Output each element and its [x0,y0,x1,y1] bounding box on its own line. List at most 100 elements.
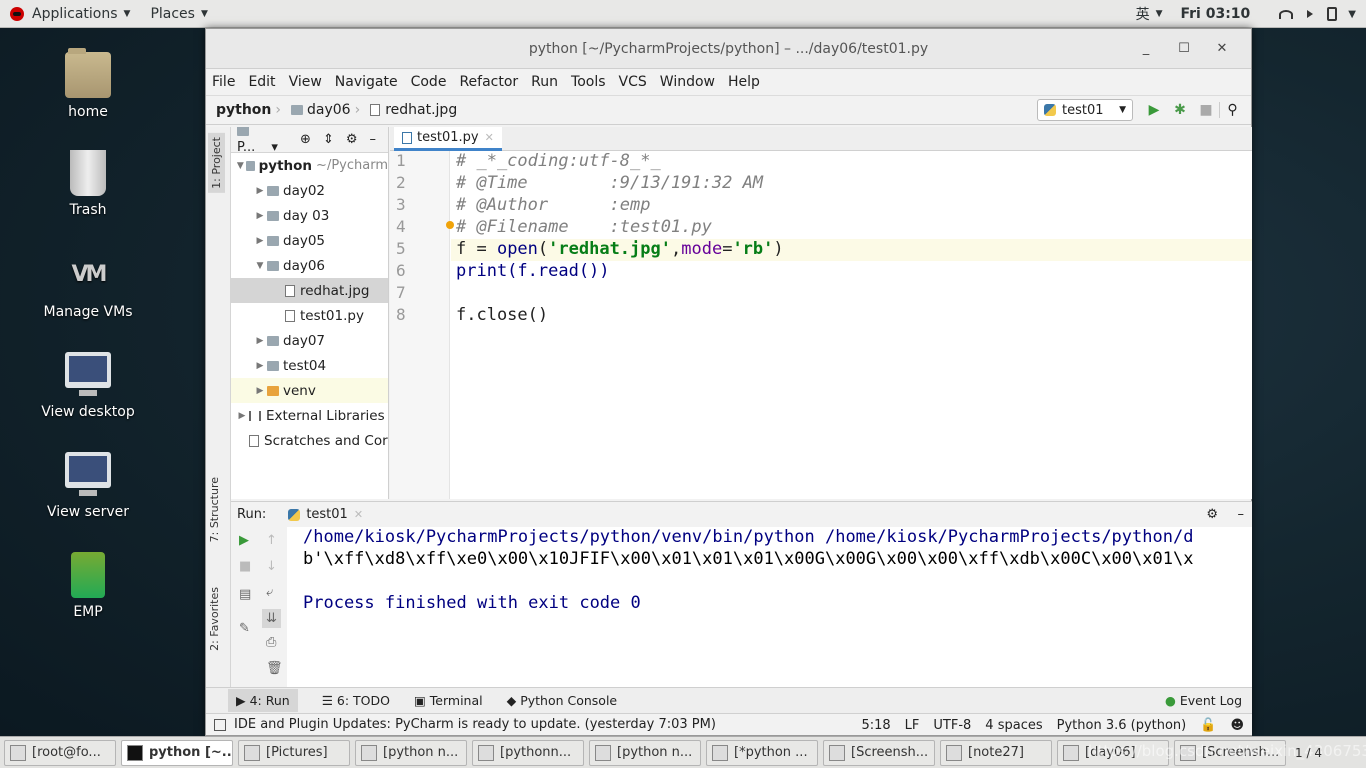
taskbar-item[interactable]: [Pictures] [238,739,350,766]
wifi-icon[interactable] [1279,9,1294,19]
places-menu[interactable]: Places ▼ [140,0,217,28]
taskbar-item[interactable]: [python n... [355,739,467,766]
battery-icon[interactable] [1327,7,1338,21]
tree-item[interactable]: ▶ day02 [231,178,388,203]
menu-file[interactable]: File [212,74,235,90]
up-icon[interactable]: ↑ [266,533,277,548]
minimize-button[interactable]: _ [1127,29,1165,69]
layout-icon[interactable]: ▤ [239,587,251,602]
expand-right-icon[interactable]: ▶ [253,361,267,371]
interpreter[interactable]: Python 3.6 (python) [1057,718,1187,733]
run-tab-test01[interactable]: test01 ✕ [288,507,363,522]
tree-item[interactable]: ▶ day07 [231,328,388,353]
down-icon[interactable]: ↓ [266,559,277,574]
expand-right-icon[interactable]: ▶ [253,336,267,346]
expand-right-icon[interactable]: ▶ [253,211,267,221]
clock[interactable]: Fri 03:10 [1180,6,1250,22]
scroll-to-end-icon[interactable]: ⇊ [262,609,281,628]
run-configuration-select[interactable]: test01 ▼ [1037,99,1133,121]
collapse-icon[interactable]: ⇕ [323,132,334,147]
taskbar-item[interactable]: [root@fo... [4,739,116,766]
tab-project[interactable]: 1: Project [208,133,225,193]
soft-wrap-icon[interactable]: ⤶ [266,585,273,600]
settings-icon[interactable]: ⚙ [346,132,358,147]
desktop-icon-manage-vms[interactable]: VM Manage VMs [28,252,148,320]
expand-right-icon[interactable]: ▶ [253,186,267,196]
chevron-down-icon[interactable]: ▼ [1348,9,1356,20]
maximize-button[interactable]: ☐ [1165,29,1203,69]
menu-help[interactable]: Help [728,74,760,90]
intention-bulb-icon[interactable] [446,221,454,229]
locate-icon[interactable]: ⊕ [300,132,311,147]
menu-tools[interactable]: Tools [571,74,606,90]
tool-terminal[interactable]: ▣ Terminal [414,693,483,708]
hide-icon[interactable]: – [1238,507,1245,522]
menu-navigate[interactable]: Navigate [335,74,398,90]
tool-run[interactable]: ▶ 4: Run [228,689,298,712]
expand-right-icon[interactable]: ▶ [253,386,267,396]
desktop-icon-trash[interactable]: Trash [28,150,148,218]
hide-icon[interactable]: – [370,132,377,147]
tree-item[interactable]: test01.py [231,303,388,328]
taskbar-item[interactable]: [Screensh... [823,739,935,766]
breadcrumb-redhat[interactable]: redhat.jpg [370,102,457,118]
stop-icon[interactable]: ■ [239,559,251,574]
expand-down-icon[interactable]: ▼ [253,261,267,271]
desktop-icon-emp[interactable]: EMP [28,552,148,620]
tool-event-log[interactable]: ● Event Log [1165,693,1242,708]
close-icon[interactable]: ✕ [485,131,494,144]
indentation[interactable]: 4 spaces [985,718,1042,733]
menu-run[interactable]: Run [531,74,558,90]
expand-down-icon[interactable]: ▼ [235,161,246,171]
breadcrumb-python[interactable]: python › [216,102,285,118]
tree-item[interactable]: redhat.jpg [231,278,388,303]
stop-icon[interactable]: ■ [1193,102,1219,118]
tree-item[interactable]: Scratches and Cor [231,428,388,453]
project-view-select[interactable]: P... ▾ [237,127,288,155]
toggle-tool-windows-icon[interactable] [214,718,226,731]
expand-right-icon[interactable]: ▶ [235,411,249,421]
rerun-icon[interactable]: ▶ [239,533,249,548]
debug-icon[interactable]: ✱ [1167,102,1193,118]
taskbar-item[interactable]: [*python ... [706,739,818,766]
pin-icon[interactable]: ✎ [239,621,250,636]
menu-edit[interactable]: Edit [248,74,275,90]
tool-python-console[interactable]: ◆ Python Console [507,693,618,708]
tab-test01[interactable]: test01.py ✕ [394,127,502,151]
tree-item[interactable]: ▶ day05 [231,228,388,253]
menu-vcs[interactable]: VCS [619,74,647,90]
applications-menu[interactable]: Applications ▼ [0,0,140,28]
desktop-icon-home[interactable]: home [28,48,148,120]
taskbar-item[interactable]: [python n... [589,739,701,766]
tab-favorites[interactable]: 2: Favorites [208,587,221,651]
inspector-icon[interactable]: ☻ [1230,718,1244,733]
tree-item[interactable]: ▶ test04 [231,353,388,378]
run-console-output[interactable]: /home/kiosk/PycharmProjects/python/venv/… [287,527,1252,687]
trash-icon[interactable]: 🗑 [266,661,283,676]
file-encoding[interactable]: UTF-8 [933,718,971,733]
taskbar-item[interactable]: [note27] [940,739,1052,766]
tree-item[interactable]: ▶ venv [231,378,388,403]
volume-icon[interactable] [1307,10,1314,18]
expand-right-icon[interactable]: ▶ [253,236,267,246]
desktop-icon-view-server[interactable]: View server [28,452,148,520]
workspace-pager[interactable]: 1 / 4 [1295,746,1322,760]
search-icon[interactable]: ⚲ [1219,102,1245,118]
menu-code[interactable]: Code [411,74,447,90]
menu-view[interactable]: View [289,74,322,90]
print-icon[interactable]: ⎙ [266,635,276,650]
run-icon[interactable]: ▶ [1141,102,1167,118]
status-message[interactable]: IDE and Plugin Updates: PyCharm is ready… [234,717,716,732]
input-method-indicator[interactable]: 英 [1136,4,1150,24]
line-separator[interactable]: LF [905,718,920,733]
settings-icon[interactable]: ⚙ [1206,507,1218,522]
menu-refactor[interactable]: Refactor [459,74,518,90]
taskbar-item[interactable]: [pythonn... [472,739,584,766]
lock-icon[interactable]: 🔓 [1200,718,1216,733]
tree-item[interactable]: ▼ python ~/Pycharm [231,153,388,178]
menu-window[interactable]: Window [660,74,715,90]
breadcrumb-day06[interactable]: day06 › [291,102,364,118]
taskbar-item[interactable]: python [~... [121,739,233,766]
desktop-icon-view-desktop[interactable]: View desktop [28,352,148,420]
tool-todo[interactable]: ☰ 6: TODO [322,693,390,708]
